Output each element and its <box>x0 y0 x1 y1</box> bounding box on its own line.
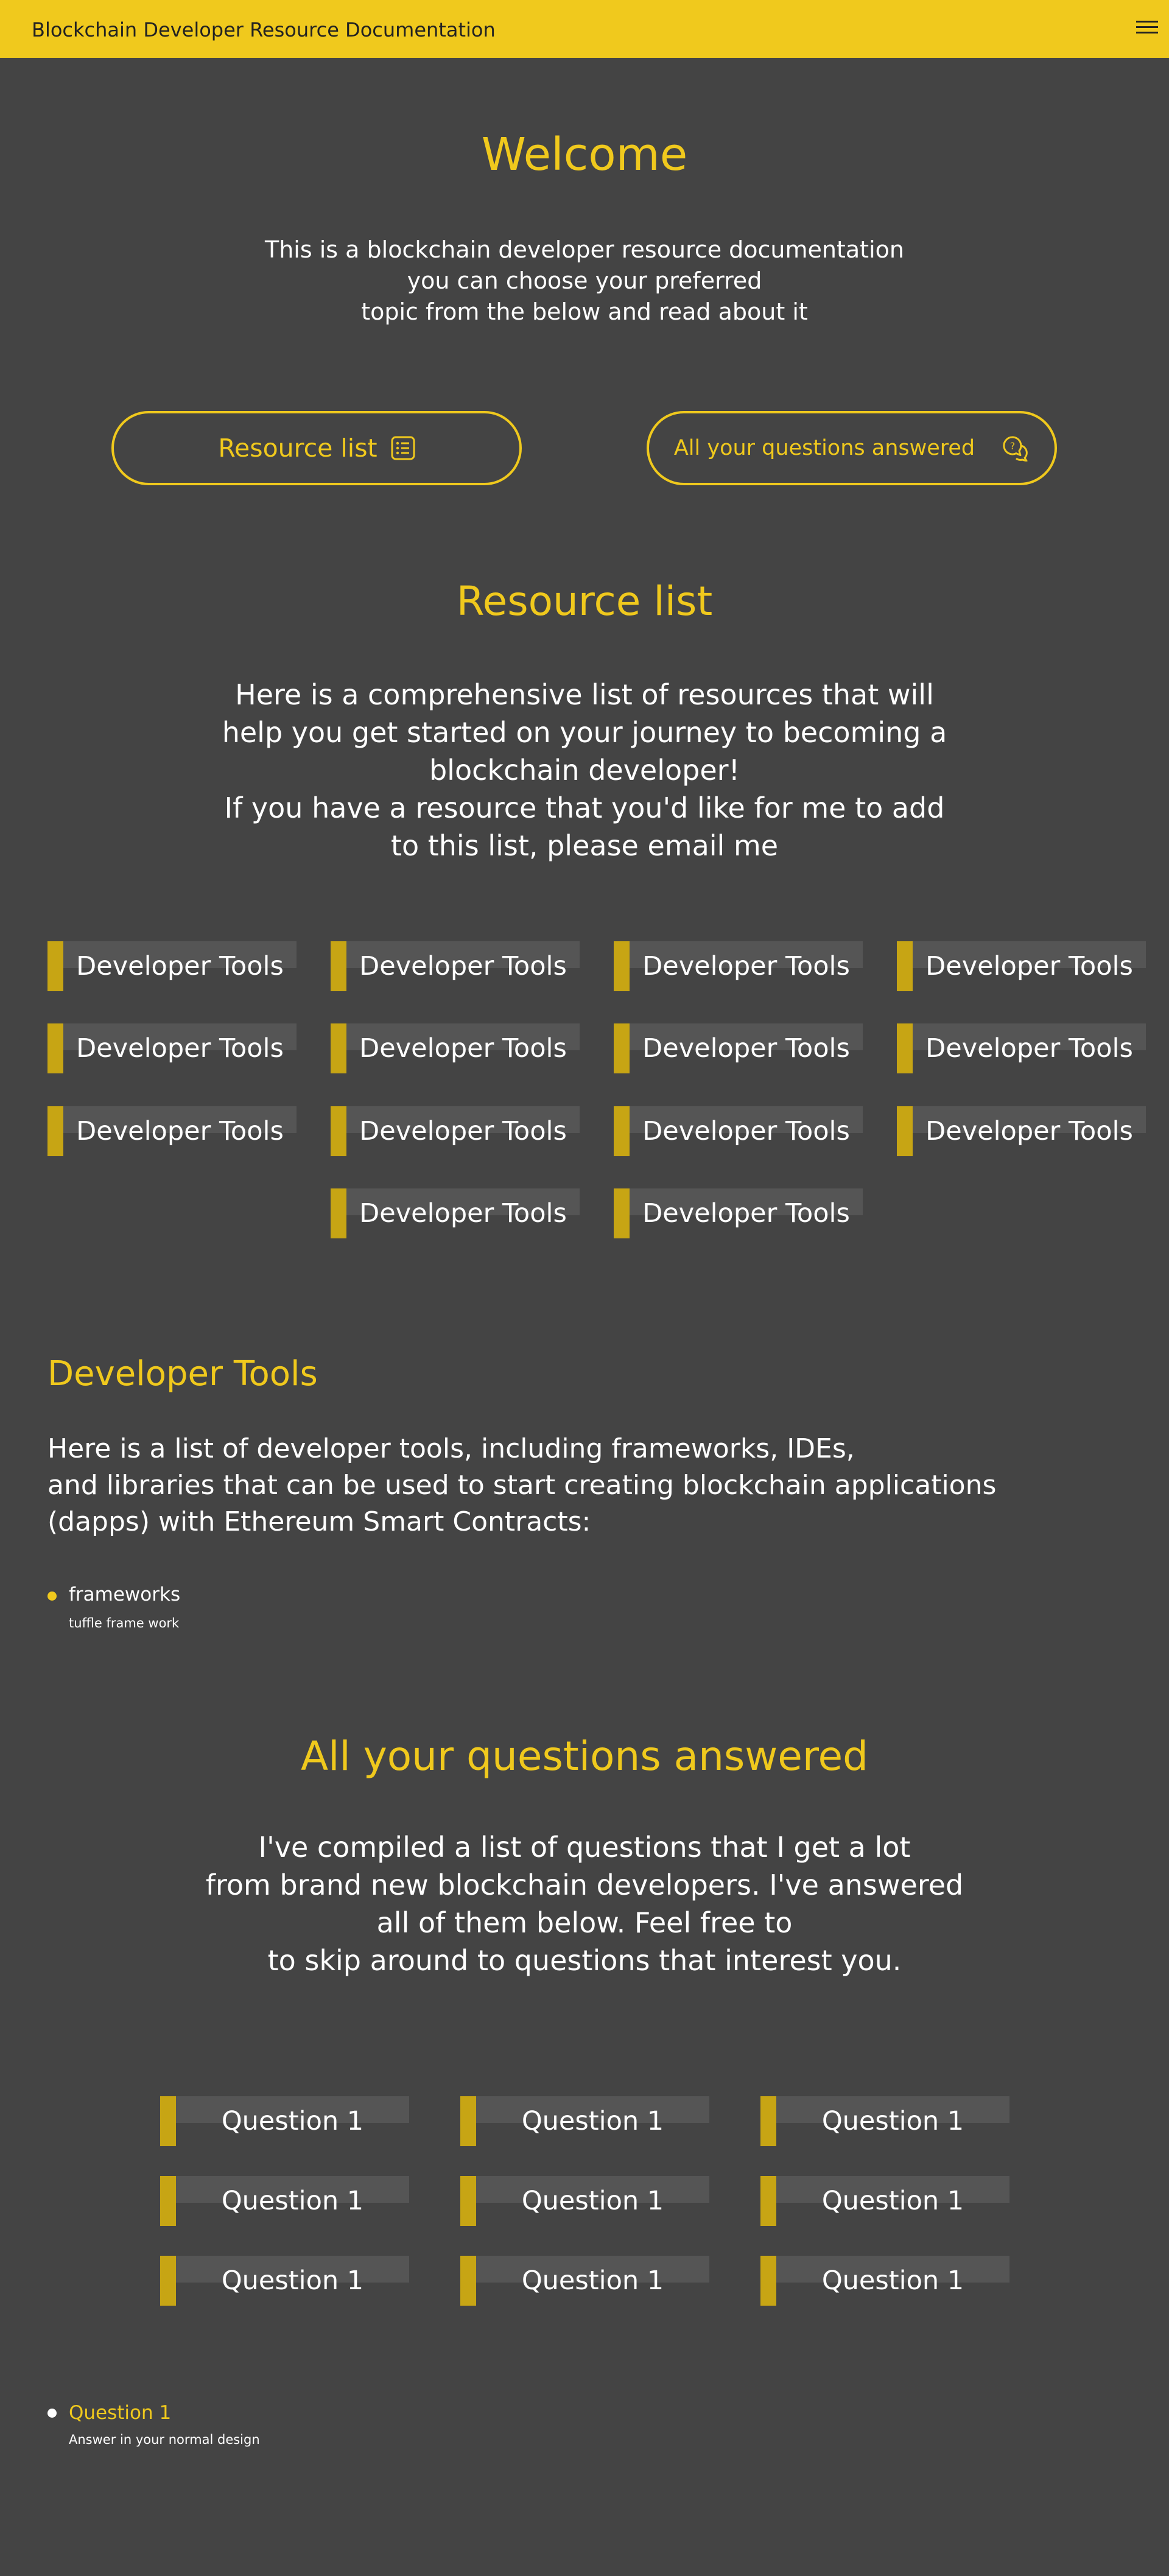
list-icon <box>391 436 415 460</box>
developer-tools-line: (dapps) with Ethereum Smart Contracts: <box>47 1506 591 1537</box>
question-tile[interactable]: Question 1 <box>460 2176 709 2226</box>
question-tile-label: Question 1 <box>521 2106 664 2136</box>
resource-list-button-label: Resource list <box>218 433 377 463</box>
resource-tile-label: Developer Tools <box>76 1116 284 1146</box>
question-tile-label: Question 1 <box>221 2265 364 2296</box>
resource-tile-label: Developer Tools <box>642 1033 850 1064</box>
questions-intro-line: from brand new blockchain developers. I'… <box>205 1869 964 1901</box>
resource-tile[interactable]: Developer Tools <box>331 1023 580 1073</box>
question-chat-icon: ? <box>1002 435 1030 462</box>
question-item-title[interactable]: Question 1 <box>69 2402 171 2424</box>
resource-tile-label: Developer Tools <box>642 951 850 981</box>
question-tile-label: Question 1 <box>521 2186 664 2216</box>
question-tile-label: Question 1 <box>521 2265 664 2296</box>
welcome-line: This is a blockchain developer resource … <box>265 236 904 263</box>
resource-tile-label: Developer Tools <box>925 1116 1133 1146</box>
resource-tile[interactable]: Developer Tools <box>331 1106 580 1156</box>
resource-tile[interactable]: Developer Tools <box>614 1188 863 1238</box>
resource-tile-label: Developer Tools <box>925 951 1133 981</box>
resource-tile-label: Developer Tools <box>642 1116 850 1146</box>
question-tile[interactable]: Question 1 <box>160 2256 409 2306</box>
question-tile-label: Question 1 <box>221 2106 364 2136</box>
questions-answered-button[interactable]: All your questions answered ? <box>647 411 1057 485</box>
resource-tile-label: Developer Tools <box>359 1033 567 1064</box>
question-tile-label: Question 1 <box>221 2186 364 2216</box>
questions-intro-line: to skip around to questions that interes… <box>267 1944 902 1977</box>
question-tile[interactable]: Question 1 <box>760 2256 1009 2306</box>
developer-tools-line: and libraries that can be used to start … <box>47 1470 997 1501</box>
resource-tile[interactable]: Developer Tools <box>614 1106 863 1156</box>
questions-intro: I've compiled a list of questions that I… <box>0 1828 1169 1979</box>
questions-intro-line: I've compiled a list of questions that I… <box>258 1831 911 1864</box>
question-item-answer: Answer in your normal design <box>69 2432 260 2447</box>
welcome-line: you can choose your preferred <box>407 267 762 294</box>
question-tile-label: Question 1 <box>821 2106 964 2136</box>
resource-tile[interactable]: Developer Tools <box>47 941 297 991</box>
question-tile[interactable]: Question 1 <box>760 2096 1009 2146</box>
resource-tile[interactable]: Developer Tools <box>614 1023 863 1073</box>
frameworks-item-title[interactable]: frameworks <box>69 1584 180 1606</box>
resource-tile-label: Developer Tools <box>76 1033 284 1064</box>
resource-tile[interactable]: Developer Tools <box>614 941 863 991</box>
question-tile[interactable]: Question 1 <box>760 2176 1009 2226</box>
question-tile[interactable]: Question 1 <box>460 2256 709 2306</box>
welcome-line: topic from the below and read about it <box>361 298 808 325</box>
resource-intro-line: to this list, please email me <box>390 829 779 862</box>
list-bullet-icon <box>47 2409 57 2418</box>
resource-tile[interactable]: Developer Tools <box>897 1106 1146 1156</box>
site-title[interactable]: Blockchain Developer Resource Documentat… <box>32 18 496 41</box>
resource-tile-label: Developer Tools <box>925 1033 1133 1064</box>
resource-list-heading: Resource list <box>456 578 713 625</box>
hamburger-menu-icon[interactable] <box>1136 17 1158 38</box>
resource-list-intro: Here is a comprehensive list of resource… <box>0 676 1169 865</box>
resource-intro-line: If you have a resource that you'd like f… <box>224 791 945 824</box>
resource-intro-line: blockchain developer! <box>429 754 740 787</box>
resource-tile[interactable]: Developer Tools <box>331 941 580 991</box>
questions-answered-button-label: All your questions answered <box>673 436 975 460</box>
resource-tile[interactable]: Developer Tools <box>47 1023 297 1073</box>
frameworks-item-description: tuffle frame work <box>69 1616 180 1630</box>
resource-tile[interactable]: Developer Tools <box>47 1106 297 1156</box>
question-tile-label: Question 1 <box>821 2186 964 2216</box>
resource-intro-line: Here is a comprehensive list of resource… <box>235 678 934 711</box>
svg-text:?: ? <box>1010 440 1016 452</box>
resource-tile[interactable]: Developer Tools <box>331 1188 580 1238</box>
list-bullet-icon <box>47 1592 57 1601</box>
resource-tile-label: Developer Tools <box>359 1198 567 1229</box>
welcome-heading: Welcome <box>481 128 688 181</box>
resource-tile-label: Developer Tools <box>359 1116 567 1146</box>
questions-heading: All your questions answered <box>300 1733 869 1780</box>
resource-tile-label: Developer Tools <box>359 951 567 981</box>
developer-tools-heading: Developer Tools <box>47 1354 318 1394</box>
resource-intro-line: help you get started on your journey to … <box>222 716 947 749</box>
question-tile[interactable]: Question 1 <box>460 2096 709 2146</box>
resource-tile[interactable]: Developer Tools <box>897 1023 1146 1073</box>
questions-intro-line: all of them below. Feel free to <box>376 1906 793 1939</box>
resource-tile[interactable]: Developer Tools <box>897 941 1146 991</box>
top-navbar: Blockchain Developer Resource Documentat… <box>0 0 1169 58</box>
question-tile[interactable]: Question 1 <box>160 2176 409 2226</box>
resource-tile-label: Developer Tools <box>642 1198 850 1229</box>
developer-tools-intro: Here is a list of developer tools, inclu… <box>47 1431 1022 1540</box>
question-tile-label: Question 1 <box>821 2265 964 2296</box>
resource-list-button[interactable]: Resource list <box>111 411 522 485</box>
developer-tools-line: Here is a list of developer tools, inclu… <box>47 1433 855 1464</box>
resource-tile-label: Developer Tools <box>76 951 284 981</box>
question-tile[interactable]: Question 1 <box>160 2096 409 2146</box>
welcome-intro: This is a blockchain developer resource … <box>0 234 1169 328</box>
